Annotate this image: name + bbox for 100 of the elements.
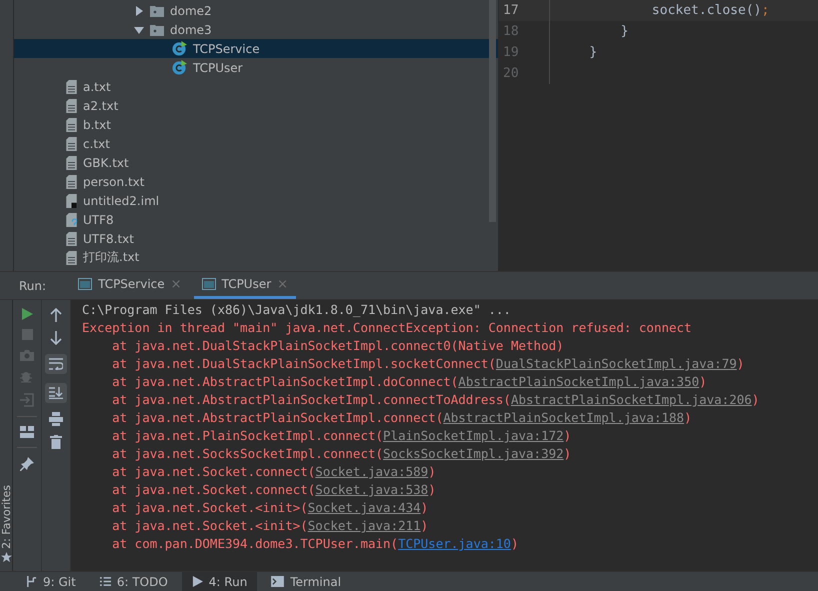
up-arrow-icon[interactable]: [50, 308, 62, 322]
tree-file-item[interactable]: UTF8: [14, 210, 498, 229]
tree-file-item[interactable]: person.txt: [14, 172, 498, 191]
console-line: at java.net.AbstractPlainSocketImpl.doConnect(AbstractPlainSocketImpl.java:350): [111, 373, 708, 391]
folder-icon: [150, 24, 164, 36]
console-line: at java.net.SocksSocketImpl.connect(SocksSocketImpl.java:392): [111, 445, 572, 463]
text-file-icon: [66, 136, 77, 150]
run-label: Run:: [19, 278, 46, 292]
console-icon: [202, 278, 216, 290]
console-line: at java.net.Socket.<init>(Socket.java:211): [111, 517, 430, 535]
text-file-icon: [66, 174, 77, 188]
tree-file-item[interactable]: b.txt: [14, 115, 498, 134]
console-icon: [78, 278, 92, 290]
console-line: at java.net.Socket.connect(Socket.java:589): [111, 463, 437, 481]
run-icon: [192, 576, 203, 587]
source-link[interactable]: Socket.java:538: [315, 482, 428, 497]
tree-file-item[interactable]: GBK.txt: [14, 153, 498, 172]
source-link[interactable]: DualStackPlainSocketImpl.java:79: [496, 356, 737, 371]
line-number: 20: [499, 63, 550, 84]
pin-icon[interactable]: [20, 457, 34, 471]
java-class-icon: [172, 41, 187, 56]
source-link[interactable]: SocksSocketImpl.java:392: [383, 446, 564, 461]
tree-file-item[interactable]: UTF8.txt: [14, 229, 498, 248]
star-icon[interactable]: [0, 552, 12, 563]
tree-folder-item[interactable]: dome2: [14, 1, 498, 20]
tool-window-tab[interactable]: 6: TODO: [90, 572, 178, 591]
code-text: }: [588, 45, 598, 60]
module-file-icon: [66, 194, 77, 208]
console-line: at java.net.AbstractPlainSocketImpl.connect(AbstractPlainSocketImpl.java:188): [111, 409, 693, 427]
branch-icon: [26, 576, 37, 587]
list-icon: [100, 576, 111, 587]
source-link[interactable]: Socket.java:434: [308, 500, 421, 515]
source-link[interactable]: AbstractPlainSocketImpl.java:206: [510, 392, 752, 407]
source-link[interactable]: Socket.java:211: [308, 518, 421, 533]
folder-icon: [150, 4, 164, 16]
tree-item-label: person.txt: [83, 174, 144, 188]
expand-arrow-icon[interactable]: [134, 6, 144, 16]
text-file-icon: [66, 118, 77, 132]
tree-item-label: a2.txt: [83, 98, 118, 112]
tree-item-label: TCPService: [193, 42, 260, 56]
source-link[interactable]: Socket.java:589: [315, 464, 428, 479]
console-line: at com.pan.DOME394.dome3.TCPUser.main(TCPUser.java:10): [111, 535, 520, 553]
console-line: at java.net.Socket.connect(Socket.java:538): [111, 481, 437, 499]
down-arrow-icon[interactable]: [50, 331, 62, 345]
tree-item-label: GBK.txt: [83, 156, 129, 170]
tree-item-label: TCPUser: [193, 60, 243, 74]
text-file-icon: [66, 232, 77, 246]
run-icon[interactable]: [21, 308, 33, 320]
line-number: 18: [499, 21, 550, 42]
tree-item-label: untitled2.iml: [83, 194, 160, 208]
tree-item-label: b.txt: [83, 118, 111, 132]
tree-file-item[interactable]: a2.txt: [14, 96, 498, 115]
tree-item-label: c.txt: [83, 136, 110, 150]
tree-file-item[interactable]: a.txt: [14, 77, 498, 96]
tree-file-item[interactable]: c.txt: [14, 134, 498, 153]
trash-icon[interactable]: [50, 435, 62, 449]
terminal-icon: [271, 576, 284, 587]
source-link[interactable]: PlainSocketImpl.java:172: [383, 428, 564, 443]
console-line: at java.net.PlainSocketImpl.connect(PlainSocketImpl.java:172): [111, 427, 572, 445]
tree-file-item[interactable]: 打印流.txt: [14, 248, 498, 267]
console-line: at java.net.Socket.<init>(Socket.java:434): [111, 499, 430, 517]
layout-icon[interactable]: [20, 426, 34, 438]
unknown-file-icon: [66, 212, 77, 226]
tree-folder-item[interactable]: dome3: [14, 20, 498, 39]
tool-window-tab[interactable]: Terminal: [261, 572, 352, 591]
scroll-to-end-toggle[interactable]: [45, 383, 67, 403]
text-file-icon: [66, 80, 77, 94]
tree-item-label: 打印流.txt: [83, 249, 140, 266]
code-text: }: [620, 24, 628, 39]
tree-item-label: dome3: [170, 22, 212, 36]
code-text: socket.close();: [650, 3, 770, 18]
tree-file-item[interactable]: untitled2.iml: [14, 191, 498, 210]
print-icon[interactable]: [49, 412, 63, 426]
console-line: Exception in thread "main" java.net.ConnectException: Connection refused: connect: [82, 319, 693, 337]
tool-window-tab[interactable]: 4: Run: [182, 572, 258, 591]
text-file-icon: [66, 250, 77, 264]
tree-item-label: UTF8: [83, 212, 114, 226]
tree-item-label: a.txt: [83, 80, 111, 94]
text-file-icon: [66, 98, 77, 112]
run-tab[interactable]: TCPService ×: [70, 272, 190, 299]
tool-window-tab[interactable]: 9: Git: [16, 572, 86, 591]
line-number: 19: [499, 42, 550, 63]
java-class-icon: [172, 60, 187, 75]
console-line: C:\Program Files (x86)\Java\jdk1.8.0_71\bin\java.exe" ...: [82, 301, 512, 319]
tree-item-label: UTF8.txt: [83, 232, 134, 246]
source-link[interactable]: AbstractPlainSocketImpl.java:350: [458, 374, 700, 389]
text-file-icon: [66, 156, 77, 170]
favorites-tab[interactable]: 2: Favorites: [0, 485, 12, 549]
console-line: at java.net.DualStackPlainSocketImpl.connect0(Native Method): [111, 337, 565, 355]
source-link[interactable]: TCPUser.java:10: [398, 536, 511, 551]
line-number: 17: [499, 0, 550, 21]
collapse-arrow-icon[interactable]: [134, 24, 144, 34]
scrollbar[interactable]: [489, 0, 496, 222]
soft-wrap-toggle[interactable]: [45, 354, 67, 374]
source-link[interactable]: AbstractPlainSocketImpl.java:188: [443, 410, 684, 425]
tree-item-label: dome2: [170, 4, 212, 18]
console-line: at java.net.AbstractPlainSocketImpl.connectToAddress(AbstractPlainSocketImpl.java:206): [111, 391, 760, 409]
tree-class-item[interactable]: TCPUser: [14, 58, 498, 77]
console-line: at java.net.DualStackPlainSocketImpl.socketConnect(DualStackPlainSocketImpl.java:79): [111, 355, 746, 373]
tree-class-item[interactable]: TCPService: [14, 39, 498, 58]
